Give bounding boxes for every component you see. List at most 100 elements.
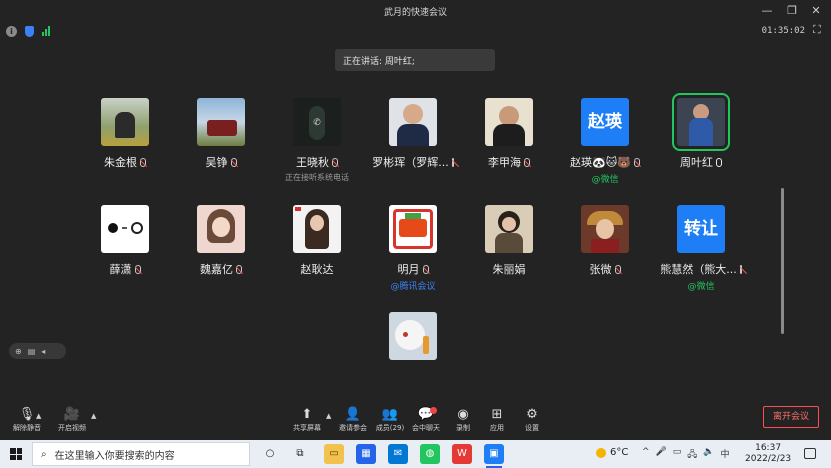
mic-muted-icon	[134, 264, 141, 274]
fullscreen-icon[interactable]: ⛶	[813, 24, 825, 36]
participant-name: 王晓秋	[296, 156, 329, 169]
taskbar-clock[interactable]: 16:37 2022/2/23	[745, 443, 791, 465]
meeting-timer: 01:35:02	[761, 26, 805, 36]
avatar	[672, 93, 730, 151]
participant-tile[interactable]: 赵瑛 赵瑛🐼🐱🐻 @微信	[565, 98, 645, 185]
participant-name: 张微	[589, 263, 612, 276]
mic-muted-icon	[524, 157, 530, 167]
unmute-button[interactable]: 🎙 解除静音	[7, 407, 47, 433]
windows-start-icon[interactable]	[10, 448, 22, 460]
share-options-caret[interactable]: ▲	[326, 412, 331, 420]
store-icon[interactable]: ▦	[356, 444, 376, 464]
participant-tile[interactable]: ✆ 王晓秋 正在接听系统电话	[277, 98, 357, 183]
leave-meeting-button[interactable]: 离开会议	[763, 406, 819, 428]
notification-icon[interactable]	[804, 448, 816, 459]
participant-tile-speaking[interactable]: 周叶红	[661, 93, 741, 170]
cortana-icon[interactable]: ○	[260, 444, 280, 464]
file-explorer-icon[interactable]: ▭	[324, 444, 344, 464]
avatar	[101, 98, 149, 146]
participant-tile[interactable]: 赵耿达	[277, 205, 357, 277]
taskbar-search[interactable]: ⌕ 在这里输入你要搜索的内容	[32, 442, 250, 466]
apps-button[interactable]: ⊞ 应用	[477, 407, 517, 433]
avatar	[485, 98, 533, 146]
ime-indicator[interactable]: 中	[721, 447, 730, 463]
participant-tile[interactable]: 明月 @腾讯会议	[373, 205, 453, 292]
mail-icon[interactable]: ✉	[388, 444, 408, 464]
chevron-up-icon[interactable]: ^	[642, 447, 650, 463]
minimize-button[interactable]: —	[759, 3, 775, 19]
camera-off-icon: 🎥	[63, 407, 81, 422]
sun-icon	[596, 447, 606, 458]
chat-bubble-icon[interactable]: ▤	[28, 347, 36, 356]
layout-icon[interactable]: ⊕	[15, 347, 22, 356]
mic-muted-icon	[332, 157, 338, 167]
microphone-icon[interactable]: 🎤	[656, 447, 667, 463]
collapse-icon[interactable]: ◂	[41, 347, 45, 356]
participant-tile[interactable]: 朱丽娟	[469, 205, 549, 277]
participant-name: 熊慧然（熊大...	[660, 263, 737, 276]
participant-tile[interactable]	[373, 312, 453, 368]
participant-source: @微信	[591, 175, 619, 185]
participant-tile[interactable]: 罗彬珲（罗辉...	[372, 98, 454, 170]
mic-muted-icon	[422, 264, 429, 274]
title-bar: 武月的快速会议 — ❐ ✕	[0, 0, 831, 22]
video-options-caret[interactable]: ▲	[91, 412, 96, 420]
camera-icon[interactable]: ▭	[673, 447, 682, 463]
participant-name: 赵耿达	[300, 263, 334, 276]
scrollbar[interactable]	[781, 188, 784, 334]
participant-tile[interactable]: 李甲海	[469, 98, 549, 170]
participant-name: 赵瑛🐼🐱🐻	[570, 156, 631, 169]
share-screen-icon: ⬆	[301, 407, 313, 422]
search-placeholder: 在这里输入你要搜索的内容	[54, 450, 175, 462]
avatar	[197, 98, 245, 146]
wechat-icon[interactable]: ◍	[420, 444, 440, 464]
avatar-text: 转让	[677, 205, 725, 253]
participant-name: 吴铮	[205, 156, 228, 169]
members-button[interactable]: 👥 成员(29)	[370, 407, 410, 433]
avatar	[581, 205, 629, 253]
avatar	[293, 205, 341, 253]
info-icon[interactable]: i	[6, 25, 17, 37]
mic-muted-icon	[451, 157, 454, 167]
avatar	[389, 312, 437, 360]
settings-button[interactable]: ⚙ 设置	[512, 407, 552, 433]
shield-icon[interactable]	[25, 25, 34, 37]
participant-tile[interactable]: 吴铮	[181, 98, 261, 170]
mic-muted-icon	[633, 157, 640, 167]
participant-source: @腾讯会议	[390, 282, 436, 292]
members-icon: 👥	[381, 407, 399, 422]
participant-tile[interactable]: 转让 熊慧然（熊大... @微信	[660, 205, 742, 292]
view-tools: ⊕ ▤ ◂	[9, 343, 66, 359]
status-row: i	[6, 24, 50, 38]
invite-button[interactable]: 👤 邀请参会	[333, 407, 373, 433]
mic-on-icon	[716, 157, 722, 167]
participant-name: 周叶红	[680, 156, 713, 169]
wps-icon[interactable]: W	[452, 444, 472, 464]
participant-tile[interactable]: 魏嘉亿	[181, 205, 261, 277]
audio-options-caret[interactable]: ▲	[36, 412, 41, 420]
task-view-icon[interactable]: ⧉	[290, 444, 310, 464]
share-screen-button[interactable]: ⬆ 共享屏幕	[287, 407, 327, 433]
avatar-text: 赵瑛	[581, 98, 629, 146]
maximize-button[interactable]: ❐	[784, 3, 800, 19]
participant-name: 朱丽娟	[492, 263, 526, 276]
close-button[interactable]: ✕	[808, 3, 824, 19]
network-icon[interactable]: 🖧	[687, 447, 697, 463]
mic-muted-icon	[739, 264, 742, 274]
chat-button[interactable]: 💬 会中聊天	[406, 407, 446, 433]
mic-muted-icon	[230, 157, 237, 167]
signal-icon[interactable]	[42, 26, 50, 36]
participant-tile[interactable]: 薛潇	[85, 205, 165, 277]
gear-icon: ⚙	[526, 407, 538, 422]
weather-widget[interactable]: 6°C	[596, 447, 628, 458]
participant-tile[interactable]: 张微	[565, 205, 645, 277]
avatar	[197, 205, 245, 253]
participant-source: @微信	[687, 282, 715, 292]
avatar	[389, 98, 437, 146]
participant-tile[interactable]: 朱金根	[85, 98, 165, 170]
video-button[interactable]: 🎥 开启视频	[52, 407, 92, 433]
participant-name: 魏嘉亿	[200, 263, 233, 276]
participant-name: 罗彬珲（罗辉...	[372, 156, 449, 169]
tencent-meeting-icon[interactable]: ▣	[484, 444, 504, 464]
volume-icon[interactable]: 🔈	[703, 447, 714, 463]
